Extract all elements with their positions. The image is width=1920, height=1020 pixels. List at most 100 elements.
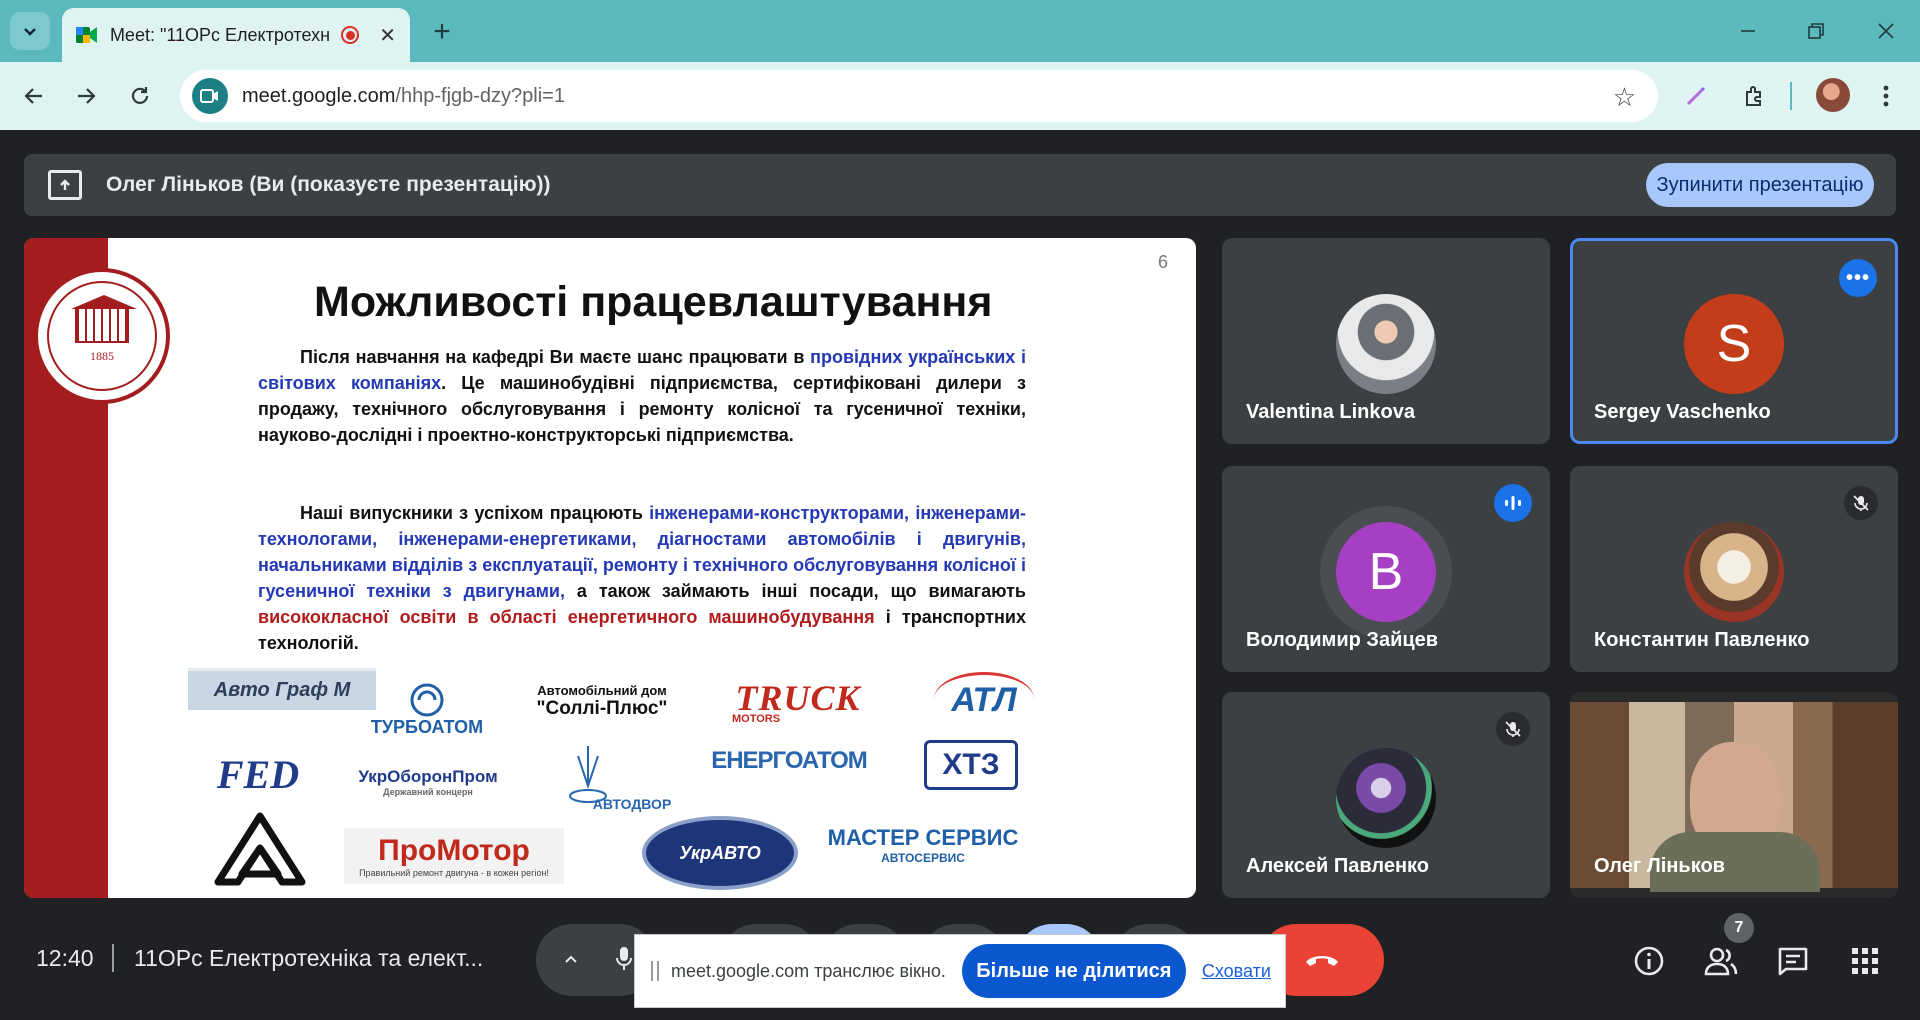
chat-button[interactable] <box>1772 940 1814 982</box>
drag-handle[interactable] <box>651 961 659 981</box>
participant-tile-self[interactable]: Олег Ліньков <box>1570 692 1898 898</box>
logo-atl: АТЛ <box>934 672 1034 726</box>
meeting-clock: 12:40 <box>36 945 94 971</box>
logo-ukravto: УкрАВТО <box>642 816 798 890</box>
logo-avtograf: Авто Граф М <box>188 668 376 710</box>
minimize-button[interactable] <box>1728 14 1768 48</box>
logo-turboatom: ТУРБОАТОМ <box>352 678 502 742</box>
participant-tile[interactable]: B Володимир Зайцев <box>1222 466 1550 672</box>
chevron-down-icon <box>24 28 36 36</box>
logo-fed: FED <box>216 751 300 797</box>
participant-photo <box>1336 294 1436 394</box>
turboatom-icon <box>410 683 444 716</box>
bottom-separator <box>112 944 114 972</box>
tab-title: Meet: "11ОРс Електротехніка та електроні… <box>109 24 330 45</box>
extensions-button[interactable] <box>1734 76 1774 116</box>
participant-name: Алексей Павленко <box>1246 855 1429 877</box>
site-info-icon[interactable] <box>192 78 228 114</box>
hide-notice-link[interactable]: Сховати <box>1202 961 1271 982</box>
url-text: meet.google.com/hhp-fjgb-dzy?pli=1 <box>242 85 565 108</box>
forward-icon <box>78 88 96 104</box>
tab-close-icon[interactable]: ✕ <box>379 23 396 48</box>
people-icon <box>1704 947 1738 976</box>
more-options-icon[interactable]: ••• <box>1839 259 1877 297</box>
university-seal: 1885 <box>34 268 170 404</box>
reload-icon <box>131 87 149 104</box>
emblem-icon <box>214 812 306 886</box>
participant-photo <box>1336 748 1436 848</box>
url-host: meet.google.com <box>242 84 396 107</box>
logo-energoatom: ЕНЕРГОАТОМ <box>711 747 868 774</box>
star-icon[interactable]: ☆ <box>1613 82 1636 113</box>
participant-tile[interactable]: Алексей Павленко <box>1222 692 1550 898</box>
reload-button[interactable] <box>120 76 160 116</box>
meeting-info-button[interactable] <box>1628 940 1670 982</box>
slide-title: Можливості працевлаштування <box>314 278 993 326</box>
active-tab[interactable]: Meet: "11ОРс Електротехніка та електроні… <box>62 8 410 62</box>
participant-name: Константин Павленко <box>1594 629 1810 651</box>
slide-paragraph-2: Наші випускники з успіхом працюють інжен… <box>258 503 1026 653</box>
people-button[interactable] <box>1700 940 1742 982</box>
activities-button[interactable] <box>1844 940 1886 982</box>
back-button[interactable] <box>14 76 54 116</box>
new-tab-button[interactable]: + <box>424 14 460 50</box>
url-path: /hhp-fjgb-dzy?pli=1 <box>395 84 565 107</box>
menu-icon <box>1883 85 1889 107</box>
hangup-icon <box>1306 956 1338 966</box>
close-window-button[interactable] <box>1866 14 1906 48</box>
present-screen-icon <box>48 170 82 200</box>
minimize-icon <box>1741 30 1755 32</box>
back-icon <box>24 88 42 104</box>
logo-truck-motors: TRUCK MOTORS <box>732 678 861 725</box>
slide-number: 6 <box>1157 252 1168 272</box>
stop-presenting-button[interactable]: Зупинити презентацію <box>1646 163 1874 207</box>
seal-year: 1885 <box>90 348 114 363</box>
chat-icon <box>1778 947 1808 976</box>
logo-master-servis: МАСТЕР СЕРВИС АВТОСЕРВИС <box>827 825 1019 865</box>
speaking-icon <box>1494 484 1532 522</box>
record-icon <box>341 26 360 44</box>
participant-avatar: S <box>1684 294 1784 394</box>
profile-avatar[interactable] <box>1816 78 1850 112</box>
presenting-bar: Олег Ліньков (Ви (показуєте презентацію)… <box>24 154 1896 216</box>
pen-extension-button[interactable] <box>1676 76 1716 116</box>
participants-count-badge: 7 <box>1724 913 1754 943</box>
mic-off-icon <box>1844 486 1878 520</box>
participant-tile[interactable]: Valentina Linkova <box>1222 238 1550 444</box>
participant-name: Олег Ліньков <box>1594 855 1725 877</box>
participant-name: Sergey Vaschenko <box>1594 401 1771 423</box>
participant-name: Valentina Linkova <box>1246 401 1415 423</box>
info-icon <box>1634 946 1664 976</box>
participant-tile[interactable]: S ••• Sergey Vaschenko <box>1570 238 1898 444</box>
pen-icon <box>1686 86 1706 106</box>
restore-icon <box>1808 23 1824 39</box>
apps-grid-icon <box>1852 948 1878 974</box>
menu-button[interactable] <box>1866 76 1906 116</box>
logo-htz: ХТЗ <box>924 740 1018 790</box>
mic-icon <box>616 947 632 970</box>
shared-slide: 1885 6 Можливості працевлаштування Після… <box>24 238 1196 898</box>
share-notice-text: meet.google.com транслює вікно. <box>671 960 946 981</box>
tab-search-button[interactable] <box>10 12 50 50</box>
address-bar[interactable]: meet.google.com/hhp-fjgb-dzy?pli=1 ☆ <box>180 70 1658 122</box>
toolbar-divider <box>1790 82 1792 110</box>
avtodvor-icon <box>569 746 607 803</box>
presenting-text: Олег Ліньков (Ви (показуєте презентацію)… <box>106 173 551 196</box>
participant-photo <box>1684 522 1784 622</box>
restore-button[interactable] <box>1796 14 1836 48</box>
participant-name: Володимир Зайцев <box>1246 629 1439 651</box>
forward-button[interactable] <box>66 76 106 116</box>
mic-off-icon <box>1496 712 1530 746</box>
chevron-up-icon <box>565 955 577 963</box>
extensions-icon <box>1746 86 1761 106</box>
meeting-name: 11ОРс Електротехніка та елект... <box>134 945 484 971</box>
slide-paragraph-1: Після навчання на кафедрі Ви маєте шанс … <box>258 347 1026 445</box>
screen-share-notice: meet.google.com транслює вікно. Більше н… <box>634 934 1286 1008</box>
stop-sharing-button[interactable]: Більше не ділитися <box>961 944 1186 998</box>
participant-tile[interactable]: Константин Павленко <box>1570 466 1898 672</box>
logo-ukroboronprom: УкрОборонПром Державний концерн <box>358 767 498 797</box>
participant-avatar: B <box>1336 522 1436 622</box>
browser-toolbar: meet.google.com/hhp-fjgb-dzy?pli=1 ☆ <box>0 62 1920 130</box>
logo-promotor: ПроМотор Правильний ремонт двигуна - в к… <box>344 828 564 884</box>
tab-strip: Meet: "11ОРс Електротехніка та електроні… <box>0 0 1920 62</box>
